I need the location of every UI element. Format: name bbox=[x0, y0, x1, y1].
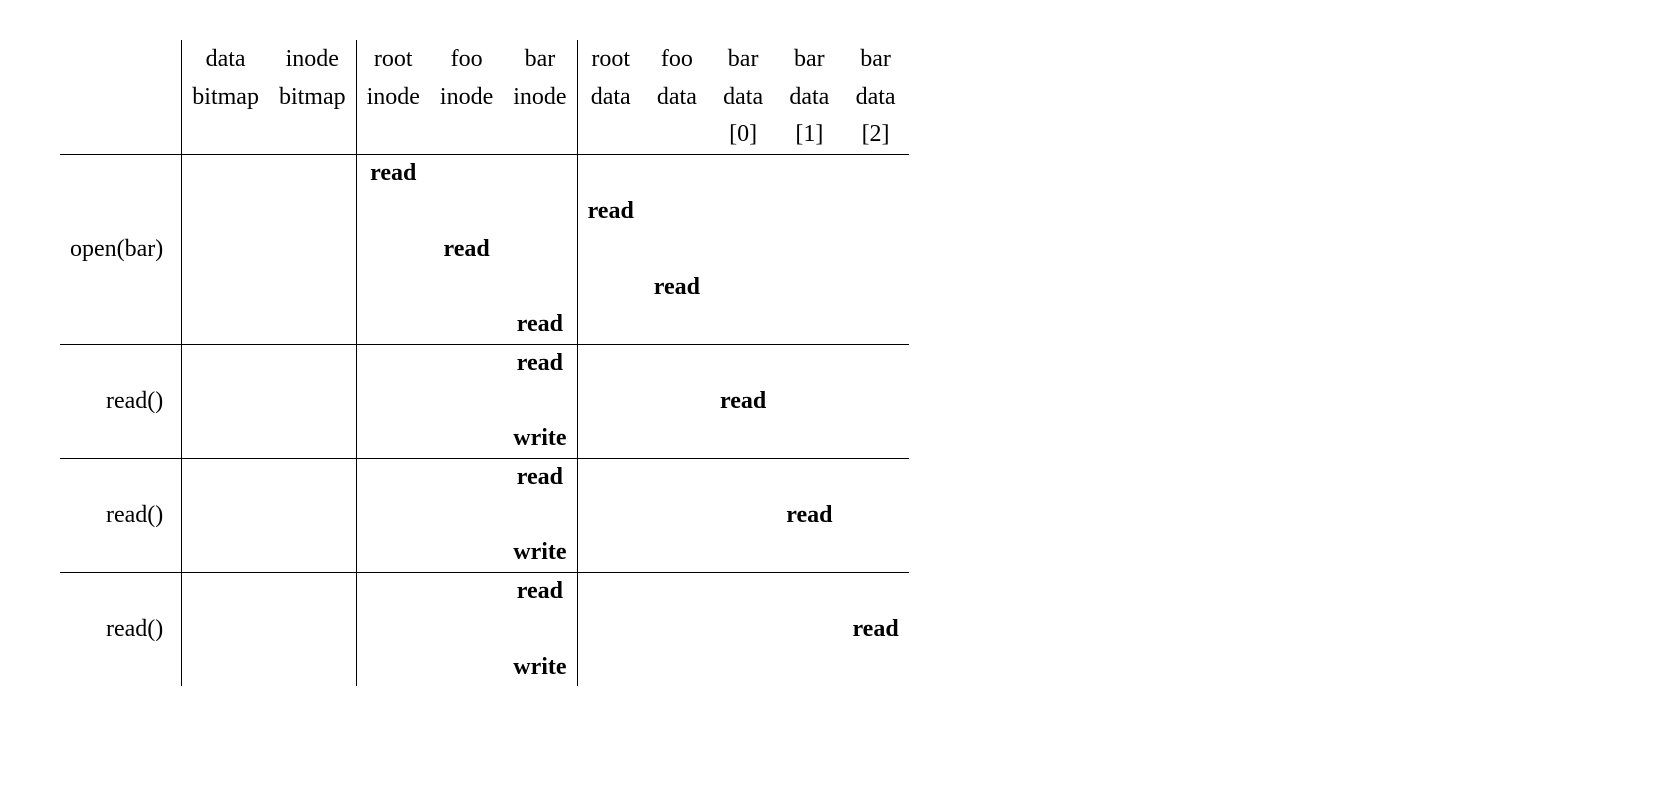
col-c3-h3 bbox=[356, 116, 430, 154]
col-bar-data1-h1: bar bbox=[776, 40, 842, 78]
op-read-root-data: read bbox=[577, 192, 644, 230]
read3-sub3: write bbox=[60, 648, 909, 686]
open-sub1: open(bar) read bbox=[60, 154, 909, 192]
header-empty-2 bbox=[60, 78, 182, 116]
row-label-read2: read() bbox=[60, 458, 182, 572]
col-c8-h3: [0] bbox=[710, 116, 776, 154]
op-read-bar-data2: read bbox=[842, 610, 908, 648]
op-read-bar-inode-r2: read bbox=[503, 458, 577, 496]
read2-sub1: read() read bbox=[60, 458, 909, 496]
row-label-open: open(bar) bbox=[60, 154, 182, 344]
row-label-read3: read() bbox=[60, 572, 182, 686]
op-read-bar-inode-open: read bbox=[503, 306, 577, 344]
op-read-bar-data0: read bbox=[710, 382, 776, 420]
col-c9-h3: [1] bbox=[776, 116, 842, 154]
op-write-bar-inode-r1: write bbox=[503, 420, 577, 458]
col-foo-data-h1: foo bbox=[644, 40, 710, 78]
read2-sub2: read bbox=[60, 496, 909, 534]
col-bar-data2-h2: data bbox=[842, 78, 908, 116]
col-bar-data0-h1: bar bbox=[710, 40, 776, 78]
op-read-root-inode: read bbox=[356, 154, 430, 192]
col-bar-data0-h2: data bbox=[710, 78, 776, 116]
col-c1-h3 bbox=[182, 116, 269, 154]
filesystem-trace-table: data inode root foo bar root foo bar bar… bbox=[60, 40, 909, 686]
op-read-bar-inode-r1: read bbox=[503, 344, 577, 382]
read2-sub3: write bbox=[60, 534, 909, 572]
header-row-1: data inode root foo bar root foo bar bar… bbox=[60, 40, 909, 78]
col-inode-bitmap-h2: bitmap bbox=[269, 78, 356, 116]
col-c6-h3 bbox=[577, 116, 644, 154]
col-c10-h3: [2] bbox=[842, 116, 908, 154]
op-write-bar-inode-r3: write bbox=[503, 648, 577, 686]
header-empty bbox=[60, 40, 182, 78]
open-sub2: read bbox=[60, 192, 909, 230]
col-c7-h3 bbox=[644, 116, 710, 154]
col-foo-inode-h2: inode bbox=[430, 78, 503, 116]
col-bar-inode-h1: bar bbox=[503, 40, 577, 78]
col-c2-h3 bbox=[269, 116, 356, 154]
col-data-bitmap-h1: data bbox=[182, 40, 269, 78]
col-bar-inode-h2: inode bbox=[503, 78, 577, 116]
read3-sub2: read bbox=[60, 610, 909, 648]
read1-sub2: read bbox=[60, 382, 909, 420]
col-c5-h3 bbox=[503, 116, 577, 154]
col-bar-data1-h2: data bbox=[776, 78, 842, 116]
header-row-2: bitmap bitmap inode inode inode data dat… bbox=[60, 78, 909, 116]
col-root-data-h1: root bbox=[577, 40, 644, 78]
open-sub5: read bbox=[60, 306, 909, 344]
col-root-inode-h1: root bbox=[356, 40, 430, 78]
row-label-read1: read() bbox=[60, 344, 182, 458]
read1-sub3: write bbox=[60, 420, 909, 458]
op-read-foo-inode: read bbox=[430, 230, 503, 268]
col-foo-data-h2: data bbox=[644, 78, 710, 116]
op-read-bar-inode-r3: read bbox=[503, 572, 577, 610]
header-row-3: [0] [1] [2] bbox=[60, 116, 909, 154]
col-bar-data2-h1: bar bbox=[842, 40, 908, 78]
col-data-bitmap-h2: bitmap bbox=[182, 78, 269, 116]
op-read-bar-data1: read bbox=[776, 496, 842, 534]
col-inode-bitmap-h1: inode bbox=[269, 40, 356, 78]
col-foo-inode-h1: foo bbox=[430, 40, 503, 78]
open-sub4: read bbox=[60, 268, 909, 306]
read1-sub1: read() read bbox=[60, 344, 909, 382]
read3-sub1: read() read bbox=[60, 572, 909, 610]
op-write-bar-inode-r2: write bbox=[503, 534, 577, 572]
open-sub3: read bbox=[60, 230, 909, 268]
col-c4-h3 bbox=[430, 116, 503, 154]
op-read-foo-data: read bbox=[644, 268, 710, 306]
header-empty-3 bbox=[60, 116, 182, 154]
col-root-data-h2: data bbox=[577, 78, 644, 116]
col-root-inode-h2: inode bbox=[356, 78, 430, 116]
